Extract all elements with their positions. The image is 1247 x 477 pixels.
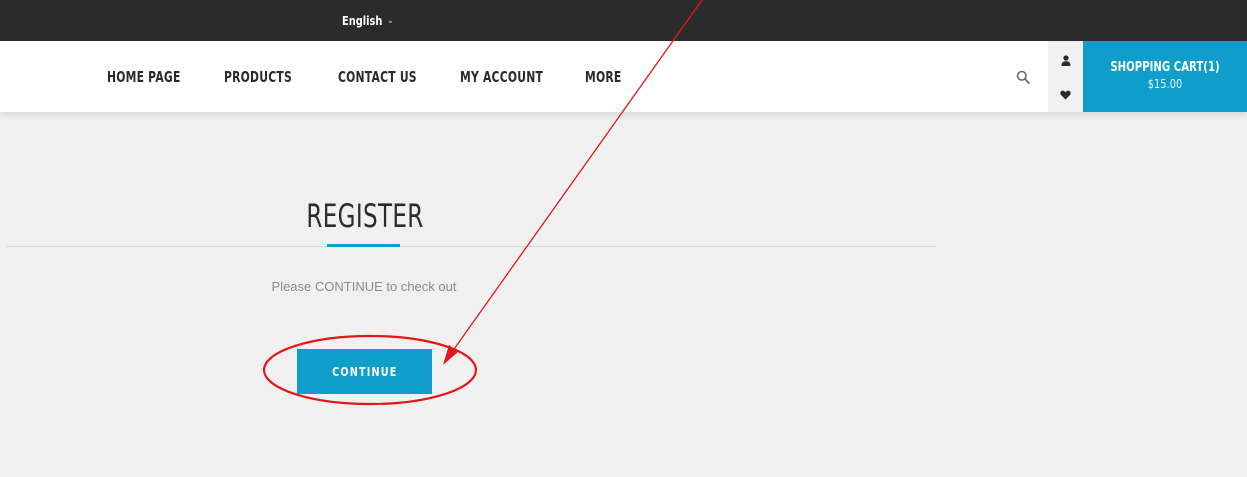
- title-accent-bar: [327, 244, 400, 247]
- search-button[interactable]: [998, 41, 1048, 112]
- search-icon: [1016, 70, 1030, 84]
- top-bar: English ⌄: [0, 0, 1247, 41]
- cart-title: SHOPPING CART(1): [1110, 60, 1220, 75]
- nav-more[interactable]: MORE: [585, 66, 621, 88]
- account-button[interactable]: [1048, 43, 1083, 78]
- language-label: English: [342, 14, 383, 28]
- continue-button[interactable]: CONTINUE: [297, 349, 432, 394]
- header-icon-group: [1048, 41, 1083, 112]
- language-selector[interactable]: English ⌄: [342, 12, 393, 30]
- nav-products[interactable]: PRODUCTS: [224, 66, 292, 88]
- page-title: REGISTER: [306, 197, 424, 235]
- main-navigation: HOME PAGE PRODUCTS CONTACT US MY ACCOUNT…: [0, 41, 1247, 112]
- nav-my-account[interactable]: MY ACCOUNT: [460, 66, 543, 88]
- nav-contact-us[interactable]: CONTACT US: [338, 66, 417, 88]
- main-content: REGISTER Please CONTINUE to check out CO…: [0, 112, 1247, 477]
- user-icon: [1061, 55, 1070, 66]
- chevron-down-icon: ⌄: [387, 16, 394, 26]
- heart-icon: [1060, 90, 1071, 99]
- shopping-cart-button[interactable]: SHOPPING CART(1) $15.00: [1083, 41, 1247, 112]
- nav-home-page[interactable]: HOME PAGE: [107, 66, 181, 88]
- checkout-message: Please CONTINUE to check out: [271, 279, 457, 294]
- wishlist-button[interactable]: [1048, 77, 1083, 112]
- title-divider: [6, 246, 936, 247]
- continue-button-label: CONTINUE: [331, 364, 398, 379]
- cart-total: $15.00: [1147, 77, 1183, 91]
